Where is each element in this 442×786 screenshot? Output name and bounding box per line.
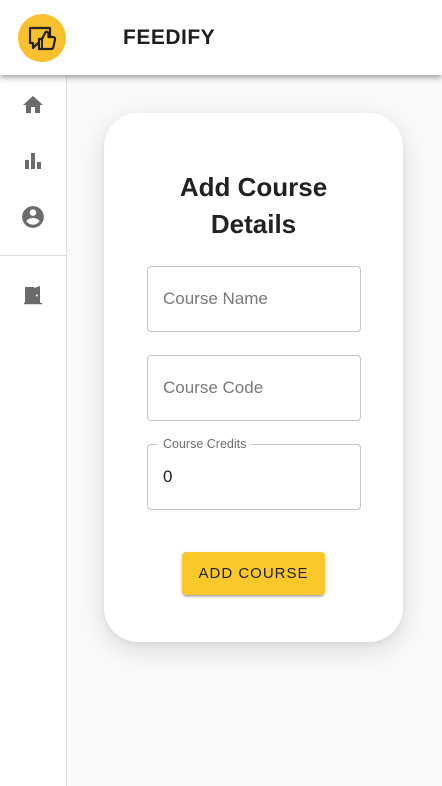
course-code-input[interactable] [148,356,360,420]
sidebar [0,75,67,786]
account-circle-icon [22,206,44,228]
home-icon [23,96,43,113]
sidebar-item-profile[interactable] [0,195,66,239]
sidebar-item-logout[interactable] [0,273,66,317]
bar-chart-icon [25,153,41,169]
course-credits-input[interactable] [148,445,360,509]
form-title: Add Course Details [179,172,328,239]
logout-door-icon [24,286,42,305]
course-name-input[interactable] [148,267,360,331]
add-course-button[interactable]: ADD COURSE [182,552,325,595]
app-bar: FEEDIFY [0,0,442,75]
add-course-card: Add Course Details Course Credits ADD CO… [104,113,403,642]
thumbs-up-chat-icon [28,26,57,51]
sidebar-item-home[interactable] [0,83,66,127]
course-code-field [147,355,361,421]
app-logo[interactable] [18,14,66,62]
app-title: FEEDIFY [123,26,216,49]
sidebar-item-stats[interactable] [0,139,66,183]
course-name-field [147,266,361,332]
course-credits-field: Course Credits [147,437,361,510]
sidebar-divider [0,255,66,256]
